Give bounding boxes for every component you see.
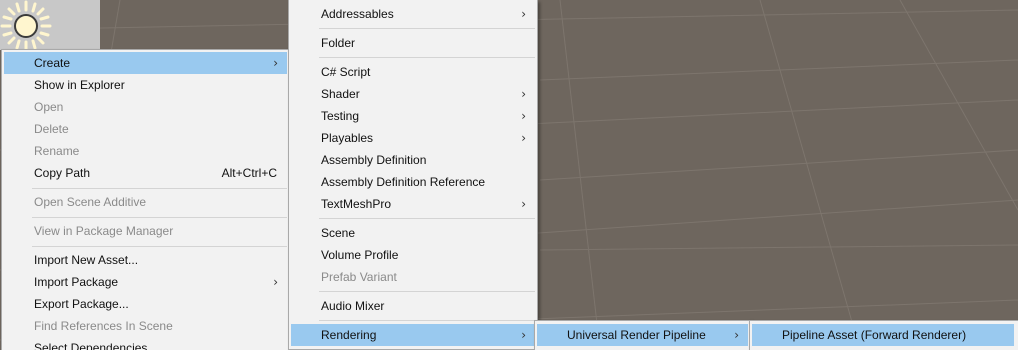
chevron-right-icon: › [521, 7, 526, 21]
menu-item-label: Prefab Variant [321, 270, 397, 284]
menu-item-label: Copy Path [34, 166, 91, 180]
chevron-right-icon: › [273, 56, 278, 70]
chevron-right-icon: › [273, 275, 278, 289]
menu-item-label: Export Package... [34, 297, 129, 311]
menu-item-label: Universal Render Pipeline [567, 328, 706, 342]
menu-separator [319, 218, 535, 219]
menu-item-folder[interactable]: Folder [291, 32, 535, 54]
create-submenu: Addressables › Folder C# Script Shader ›… [288, 0, 538, 350]
menu-item-shader[interactable]: Shader › [291, 83, 535, 105]
menu-item-pipeline-asset-forward-renderer[interactable]: Pipeline Asset (Forward Renderer) [752, 324, 1014, 346]
menu-item-universal-render-pipeline[interactable]: Universal Render Pipeline › [537, 324, 748, 346]
menu-item-csharp-script[interactable]: C# Script [291, 61, 535, 83]
menu-item-show-in-explorer[interactable]: Show in Explorer [4, 74, 287, 96]
menu-item-label: Import New Asset... [34, 253, 139, 267]
menu-item-delete: Delete [4, 118, 287, 140]
chevron-right-icon: › [521, 109, 526, 123]
menu-item-label: Rename [34, 144, 80, 158]
menu-item-label: Import Package [34, 275, 119, 289]
menu-item-shortcut: Alt+Ctrl+C [221, 166, 277, 180]
menu-item-assembly-definition-reference[interactable]: Assembly Definition Reference [291, 171, 535, 193]
menu-item-label: TextMeshPro [321, 197, 392, 211]
menu-item-label: Rendering [321, 328, 377, 342]
menu-item-rename: Rename [4, 140, 287, 162]
menu-item-open: Open [4, 96, 287, 118]
menu-separator [319, 320, 535, 321]
menu-item-label: Testing [321, 109, 360, 123]
menu-separator [32, 217, 287, 218]
menu-item-create[interactable]: Create › [4, 52, 287, 74]
menu-item-label: Open Scene Additive [34, 195, 147, 209]
menu-item-assembly-definition[interactable]: Assembly Definition [291, 149, 535, 171]
sun-icon[interactable] [0, 0, 52, 52]
menu-item-testing[interactable]: Testing › [291, 105, 535, 127]
menu-separator [319, 291, 535, 292]
rendering-submenu: Universal Render Pipeline › [534, 320, 751, 350]
menu-item-label: Volume Profile [321, 248, 399, 262]
menu-item-export-package[interactable]: Export Package... [4, 293, 287, 315]
menu-item-label: Addressables [321, 7, 394, 21]
chevron-right-icon: › [521, 87, 526, 101]
menu-item-label: C# Script [321, 65, 371, 79]
menu-item-label: Folder [321, 36, 356, 50]
menu-item-scene[interactable]: Scene [291, 222, 535, 244]
menu-item-select-dependencies[interactable]: Select Dependencies [4, 337, 287, 350]
menu-item-find-references-in-scene: Find References In Scene [4, 315, 287, 337]
menu-item-import-new-asset[interactable]: Import New Asset... [4, 249, 287, 271]
menu-item-addressables[interactable]: Addressables › [291, 3, 535, 25]
menu-item-playables[interactable]: Playables › [291, 127, 535, 149]
chevron-right-icon: › [521, 328, 526, 342]
menu-separator [32, 188, 287, 189]
menu-item-label: Find References In Scene [34, 319, 173, 333]
menu-item-import-package[interactable]: Import Package › [4, 271, 287, 293]
chevron-right-icon: › [521, 197, 526, 211]
menu-item-label: Shader [321, 87, 360, 101]
menu-item-open-scene-additive: Open Scene Additive [4, 191, 287, 213]
menu-separator [319, 57, 535, 58]
menu-item-label: Show in Explorer [34, 78, 125, 92]
menu-item-label: Pipeline Asset (Forward Renderer) [782, 328, 967, 342]
menu-item-label: Audio Mixer [321, 299, 385, 313]
menu-item-prefab-variant: Prefab Variant [291, 266, 535, 288]
chevron-right-icon: › [521, 131, 526, 145]
menu-item-volume-profile[interactable]: Volume Profile [291, 244, 535, 266]
menu-item-label: Select Dependencies [34, 341, 148, 350]
menu-item-copy-path[interactable]: Copy Path Alt+Ctrl+C [4, 162, 287, 184]
menu-item-textmeshpro[interactable]: TextMeshPro › [291, 193, 535, 215]
menu-item-label: Open [34, 100, 64, 114]
menu-item-label: View in Package Manager [34, 224, 174, 238]
menu-item-audio-mixer[interactable]: Audio Mixer [291, 295, 535, 317]
menu-item-label: Scene [321, 226, 356, 240]
context-menu: Create › Show in Explorer Open Delete Re… [1, 49, 290, 350]
menu-item-label: Delete [34, 122, 69, 136]
menu-separator [319, 28, 535, 29]
menu-separator [32, 246, 287, 247]
menu-item-view-in-package-manager: View in Package Manager [4, 220, 287, 242]
menu-item-label: Assembly Definition [321, 153, 427, 167]
menu-item-label: Assembly Definition Reference [321, 175, 486, 189]
urp-submenu: Pipeline Asset (Forward Renderer) [749, 320, 1018, 350]
menu-item-label: Playables [321, 131, 374, 145]
menu-item-label: Create [34, 56, 71, 70]
menu-item-rendering[interactable]: Rendering › [291, 324, 535, 346]
chevron-right-icon: › [734, 328, 739, 342]
